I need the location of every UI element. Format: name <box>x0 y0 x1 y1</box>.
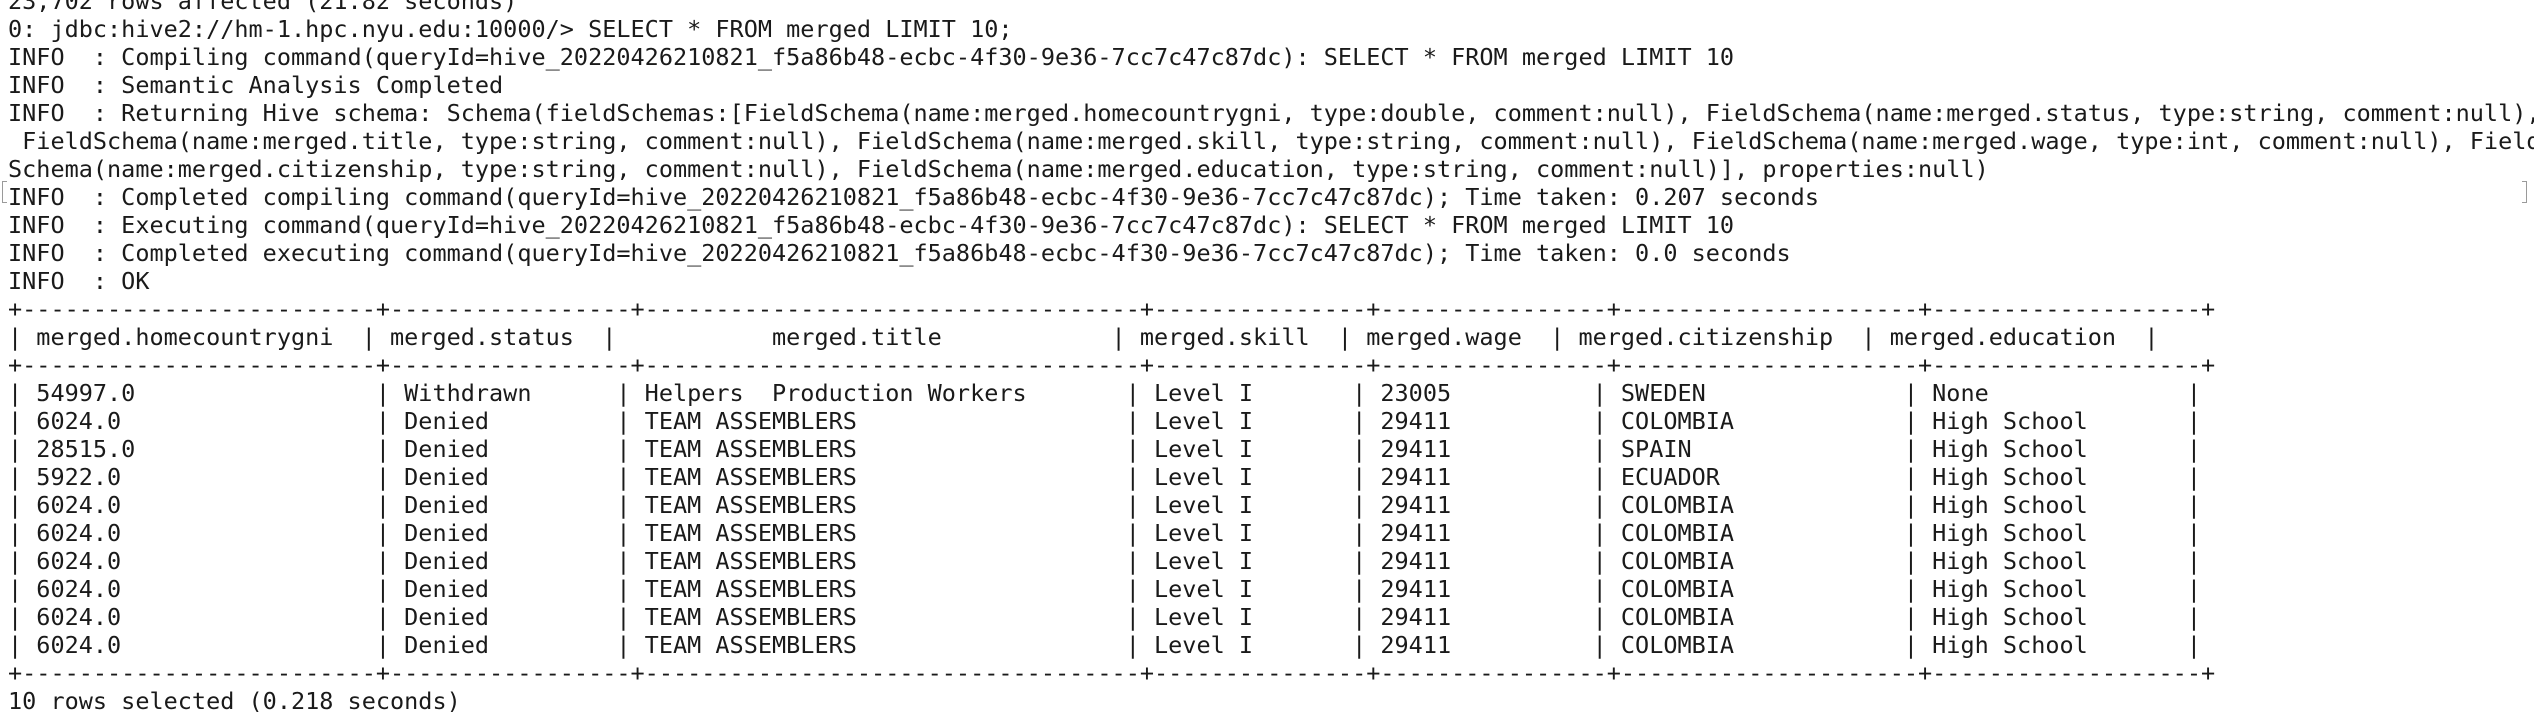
table-row: | 6024.0 | Denied | TEAM ASSEMBLERS | Le… <box>8 603 2201 631</box>
rows-affected-line: 23,702 rows affected (21.82 seconds) <box>8 0 518 15</box>
table-header-row: | merged.homecountrygni | merged.status … <box>8 323 2159 351</box>
terminal-output: 23,702 rows affected (21.82 seconds) 0: j… <box>8 0 2534 712</box>
table-row: | 6024.0 | Denied | TEAM ASSEMBLERS | Le… <box>8 407 2201 435</box>
terminal-window[interactable]: 23,702 rows affected (21.82 seconds) 0: j… <box>0 0 2534 712</box>
info-schema-line-cont: Schema(name:merged.citizenship, type:str… <box>8 155 1989 183</box>
rows-selected-line: 10 rows selected (0.218 seconds) <box>8 687 461 712</box>
command-prompt-line: 0: jdbc:hive2://hm-1.hpc.nyu.edu:10000/>… <box>8 15 1013 43</box>
table-row: | 6024.0 | Denied | TEAM ASSEMBLERS | Le… <box>8 519 2201 547</box>
info-ok-line: INFO : OK <box>8 267 150 295</box>
table-border: +-------------------------+-------------… <box>8 295 2216 323</box>
info-executing-line: INFO : Executing command(queryId=hive_20… <box>8 211 1735 239</box>
table-row: | 54997.0 | Withdrawn | Helpers Producti… <box>8 379 2201 407</box>
info-executed-line: INFO : Completed executing command(query… <box>8 239 1791 267</box>
table-row: | 6024.0 | Denied | TEAM ASSEMBLERS | Le… <box>8 575 2201 603</box>
table-border: +-------------------------+-------------… <box>8 351 2216 379</box>
selection-bracket-left <box>2 181 7 203</box>
info-semantic-line: INFO : Semantic Analysis Completed <box>8 71 504 99</box>
info-schema-line-cont: FieldSchema(name:merged.title, type:stri… <box>8 127 2534 155</box>
info-schema-line: INFO : Returning Hive schema: Schema(fie… <box>8 99 2534 127</box>
table-row: | 6024.0 | Denied | TEAM ASSEMBLERS | Le… <box>8 631 2201 659</box>
table-row: | 5922.0 | Denied | TEAM ASSEMBLERS | Le… <box>8 463 2201 491</box>
table-row: | 6024.0 | Denied | TEAM ASSEMBLERS | Le… <box>8 491 2201 519</box>
table-row: | 6024.0 | Denied | TEAM ASSEMBLERS | Le… <box>8 547 2201 575</box>
table-border: +-------------------------+-------------… <box>8 659 2216 687</box>
info-compiled-line: INFO : Completed compiling command(query… <box>8 183 1819 211</box>
table-row: | 28515.0 | Denied | TEAM ASSEMBLERS | L… <box>8 435 2201 463</box>
info-compiling-line: INFO : Compiling command(queryId=hive_20… <box>8 43 1735 71</box>
